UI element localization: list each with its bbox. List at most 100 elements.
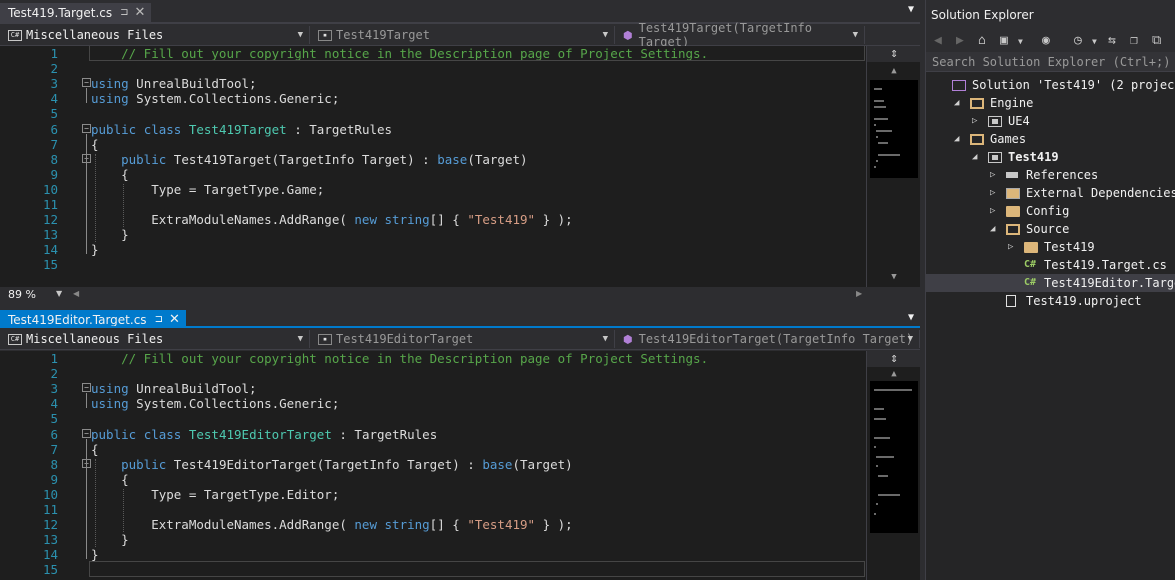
code-line[interactable]: 8 public Test419EditorTarget(TargetInfo … — [0, 457, 866, 472]
collapse-icon[interactable]: − — [82, 428, 91, 438]
minimap-line — [876, 455, 894, 458]
expand-arrow-icon[interactable]: ▷ — [990, 184, 995, 202]
code-line[interactable]: 4 using System.Collections.Generic; — [0, 91, 866, 106]
close-icon[interactable]: ✕ — [169, 312, 180, 327]
vertical-scrollbar-top[interactable]: ⇕ ▲ ▼ — [866, 46, 921, 287]
collapse-icon[interactable]: − — [82, 383, 91, 393]
code-line[interactable]: 13 } — [0, 532, 866, 547]
code-line[interactable]: 9 { — [0, 167, 866, 182]
tree-item[interactable]: ▷ UE4 — [926, 112, 1175, 130]
code-line[interactable]: 5 — [0, 106, 866, 121]
code-line[interactable]: 13 } — [0, 227, 866, 242]
code-line[interactable]: 5 — [0, 411, 866, 426]
tree-item[interactable]: Solution 'Test419' (2 projects) — [926, 76, 1175, 94]
home-icon[interactable]: ⌂ — [978, 33, 986, 48]
code-line[interactable]: 9 { — [0, 472, 866, 487]
code-line[interactable]: 10 Type = TargetType.Editor; — [0, 487, 866, 502]
chevron-down-icon[interactable]: ▼ — [1018, 37, 1023, 46]
tree-item[interactable]: C# Test419Editor.Target.cs — [926, 274, 1175, 292]
split-icon[interactable]: ⇕ — [867, 351, 921, 367]
collapse-icon[interactable]: − — [82, 123, 91, 133]
member-combo[interactable]: ⬢ Test419EditorTarget(TargetInfo Target)… — [615, 330, 920, 348]
show-all-files-icon[interactable]: ⧉ — [1152, 33, 1161, 48]
code-editor-bottom[interactable]: 1 // Fill out your copyright notice in t… — [0, 351, 866, 580]
code-line[interactable]: 11 — [0, 502, 866, 517]
collapse-arrow-icon[interactable]: ◢ — [954, 130, 959, 148]
split-icon[interactable]: ⇕ — [867, 46, 921, 62]
back-icon[interactable]: ◀ — [934, 33, 942, 48]
code-line[interactable]: 4 using System.Collections.Generic; — [0, 396, 866, 411]
expand-arrow-icon[interactable]: ▷ — [972, 112, 977, 130]
collapse-icon[interactable]: − — [82, 78, 91, 88]
close-icon[interactable]: ✕ — [135, 5, 146, 20]
code-minimap[interactable] — [870, 381, 918, 533]
code-line[interactable]: 11 — [0, 197, 866, 212]
code-line[interactable]: 12 ExtraModuleNames.AddRange( new string… — [0, 212, 866, 227]
switch-views-icon[interactable]: ▣ — [1000, 33, 1008, 48]
scroll-up-icon[interactable]: ▲ — [867, 66, 921, 76]
collapse-arrow-icon[interactable]: ◢ — [972, 148, 977, 166]
expand-arrow-icon[interactable]: ▷ — [990, 202, 995, 220]
code-line[interactable]: 15 — [0, 257, 866, 272]
tree-item[interactable]: ▷ References — [926, 166, 1175, 184]
tab-list-dropdown-icon[interactable]: ▼ — [908, 4, 914, 15]
pin-icon[interactable]: ⊐ — [155, 314, 163, 325]
class-combo-label: Test419EditorTarget — [336, 332, 474, 346]
code-line[interactable]: 14} — [0, 547, 866, 562]
collapse-arrow-icon[interactable]: ◢ — [990, 220, 995, 238]
tree-item[interactable]: ▷ Config — [926, 202, 1175, 220]
code-line[interactable]: 14} — [0, 242, 866, 257]
collapse-arrow-icon[interactable]: ◢ — [954, 94, 959, 112]
expand-arrow-icon[interactable]: ▷ — [990, 166, 995, 184]
zoom-level[interactable]: 89 % — [8, 288, 36, 301]
code-line[interactable]: 7{ — [0, 442, 866, 457]
code-line[interactable]: 3 using UnrealBuildTool; — [0, 381, 866, 396]
tree-item[interactable]: ◢ Test419 — [926, 148, 1175, 166]
scroll-left-icon[interactable]: ◀ — [73, 289, 79, 298]
collapse-all-icon[interactable]: ❐ — [1130, 33, 1138, 48]
tree-item[interactable]: ◢ Engine — [926, 94, 1175, 112]
class-combo[interactable]: ▪ Test419EditorTarget ▼ — [310, 330, 615, 348]
tab-test419-target[interactable]: Test419.Target.cs ⊐ ✕ — [0, 3, 152, 22]
project-combo[interactable]: C# Miscellaneous Files ▼ — [0, 26, 310, 44]
code-editor-top[interactable]: 1 // Fill out your copyright notice in t… — [0, 46, 866, 287]
tree-item[interactable]: Test419.uproject — [926, 292, 1175, 310]
project-combo[interactable]: C# Miscellaneous Files ▼ — [0, 330, 310, 348]
code-line[interactable]: 2 — [0, 61, 866, 76]
code-line[interactable]: 6 public class Test419EditorTarget : Targ… — [0, 427, 866, 442]
tree-item[interactable]: C# Test419.Target.cs — [926, 256, 1175, 274]
solution-explorer-search[interactable]: Search Solution Explorer (Ctrl+;) — [926, 52, 1175, 72]
sync-icon[interactable]: ⇆ — [1108, 33, 1116, 48]
pending-changes-icon[interactable]: ◷ — [1074, 33, 1082, 48]
code-line[interactable]: 8 public Test419Target(TargetInfo Target… — [0, 152, 866, 167]
tree-item[interactable]: ▷ Test419 — [926, 238, 1175, 256]
code-token: public — [121, 151, 167, 167]
scroll-up-icon[interactable]: ▲ — [867, 369, 921, 379]
code-line[interactable]: 10 Type = TargetType.Game; — [0, 182, 866, 197]
tab-label: Test419Editor.Target.cs — [8, 312, 147, 327]
code-line[interactable]: 7{ — [0, 137, 866, 152]
code-line[interactable]: 12 ExtraModuleNames.AddRange( new string… — [0, 517, 866, 532]
vertical-scrollbar-bottom[interactable]: ⇕ ▲ — [866, 351, 921, 580]
tree-item[interactable]: ◢ Games — [926, 130, 1175, 148]
scroll-right-icon[interactable]: ▶ — [856, 289, 862, 298]
pin-icon[interactable]: ⊐ — [120, 7, 128, 18]
code-line[interactable]: 6 public class Test419Target : TargetRule… — [0, 122, 866, 137]
chevron-down-icon[interactable]: ▼ — [1092, 37, 1097, 46]
chevron-down-icon[interactable]: ▼ — [56, 289, 62, 298]
code-line[interactable]: 1 // Fill out your copyright notice in t… — [0, 351, 866, 366]
tab-list-dropdown-icon[interactable]: ▼ — [908, 312, 914, 323]
expand-arrow-icon[interactable]: ▷ — [1008, 238, 1013, 256]
code-line[interactable]: 2 — [0, 366, 866, 381]
current-line-highlight — [89, 46, 865, 61]
class-combo[interactable]: ▪ Test419Target ▼ — [310, 26, 615, 44]
globe-icon[interactable]: ◉ — [1042, 33, 1050, 48]
tree-item[interactable]: ◢ Source — [926, 220, 1175, 238]
code-minimap[interactable] — [870, 80, 918, 178]
member-combo[interactable]: ⬢ Test419Target(TargetInfo Target) ▼ — [615, 21, 865, 49]
forward-icon[interactable]: ▶ — [956, 33, 964, 48]
tree-item[interactable]: ▷ External Dependencies — [926, 184, 1175, 202]
code-text: { — [91, 442, 99, 457]
code-line[interactable]: 3 using UnrealBuildTool; — [0, 76, 866, 91]
scroll-down-icon[interactable]: ▼ — [867, 272, 921, 282]
